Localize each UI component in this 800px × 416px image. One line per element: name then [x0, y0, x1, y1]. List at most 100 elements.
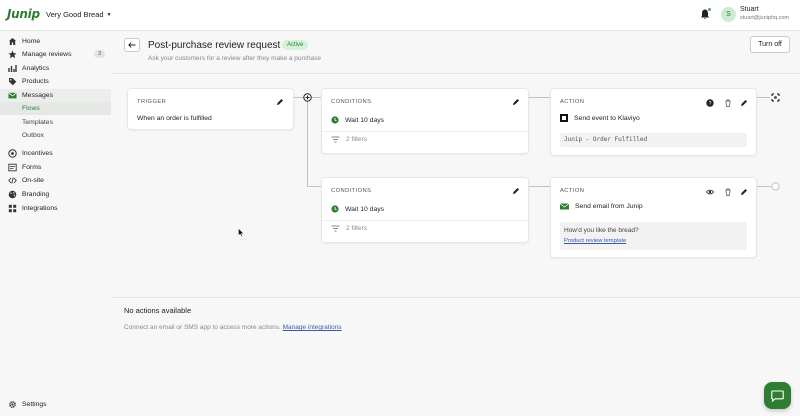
svg-text:?: ?	[709, 101, 712, 107]
code-icon	[8, 176, 17, 185]
form-icon	[8, 163, 17, 172]
grid-icon	[8, 204, 17, 213]
trigger-card[interactable]: TRIGGER When an order is fulfilled	[127, 88, 294, 130]
notification-dot	[708, 8, 711, 11]
action-card-klaviyo[interactable]: ACTION ? Send event to Klaviyo Junip - O…	[550, 88, 757, 156]
klaviyo-event-name: Junip - Order Fulfilled	[560, 133, 747, 147]
filters-text: 2 filters	[346, 225, 367, 232]
sidebar-item-label: Branding	[22, 191, 50, 198]
wait-row: Wait 10 days	[331, 205, 384, 213]
store-switcher[interactable]: Very Good Bread ▼	[46, 10, 112, 19]
sidebar-item-integrations[interactable]: Integrations	[0, 202, 111, 215]
sidebar-item-outbox[interactable]: Outbox	[0, 129, 111, 142]
sidebar-item-messages[interactable]: Messages	[0, 89, 111, 102]
sidebar-item-label: Integrations	[22, 205, 58, 212]
header-divider	[111, 73, 800, 74]
sidebar-item-forms[interactable]: Forms	[0, 161, 111, 174]
pencil-icon[interactable]	[276, 98, 284, 106]
help-icon[interactable]: ?	[706, 99, 714, 107]
sidebar-item-label: Flows	[22, 105, 40, 112]
sidebar-item-label: Incentives	[22, 150, 53, 157]
turn-off-button[interactable]: Turn off	[750, 36, 790, 53]
action-card-email[interactable]: ACTION Send email from Junip How'd you l…	[550, 177, 757, 258]
action-label: ACTION	[560, 99, 585, 105]
envelope-icon	[8, 91, 17, 100]
chevron-down-icon: ▼	[106, 12, 112, 18]
settings-label: Settings	[22, 401, 47, 408]
conditions-card[interactable]: CONDITIONS Wait 10 days 2 filters	[321, 177, 529, 243]
sidebar-item-flows[interactable]: Flows	[0, 102, 111, 115]
conditions-card[interactable]: CONDITIONS Wait 10 days 2 filters	[321, 88, 529, 154]
connector-line	[757, 186, 771, 187]
avatar[interactable]: S	[721, 7, 736, 22]
star-icon	[8, 50, 17, 59]
template-link[interactable]: Product review template	[564, 238, 743, 244]
home-icon	[8, 37, 17, 46]
trigger-label: TRIGGER	[137, 99, 167, 105]
action-title: Send event to Klaviyo	[574, 114, 640, 122]
action-title: Send email from Junip	[575, 203, 643, 210]
email-subject: How'd you like the bread?	[564, 227, 639, 234]
reviews-count-badge: 3	[93, 50, 105, 58]
top-bar: Junip Very Good Bread ▼ S Stuart stuart@j…	[0, 0, 800, 31]
sidebar-item-templates[interactable]: Templates	[0, 116, 111, 129]
trash-icon[interactable]	[724, 188, 732, 196]
pencil-icon[interactable]	[740, 188, 748, 196]
sidebar-item-label: Messages	[22, 92, 53, 99]
collapse-icon[interactable]	[771, 93, 780, 102]
conditions-label: CONDITIONS	[331, 99, 372, 105]
sidebar-item-label: Home	[22, 38, 41, 45]
sidebar-item-settings[interactable]: Settings	[8, 400, 47, 409]
palette-icon	[8, 190, 17, 199]
sidebar: Home Manage reviews 3 Analytics Products…	[0, 31, 111, 416]
end-node-icon	[771, 182, 780, 191]
sidebar-item-label: Analytics	[22, 65, 50, 72]
arrow-left-icon	[128, 42, 136, 48]
gift-icon	[8, 149, 17, 158]
sidebar-item-label: Forms	[22, 164, 42, 171]
pencil-icon[interactable]	[512, 98, 520, 106]
sidebar-item-products[interactable]: Products	[0, 75, 111, 88]
pencil-icon[interactable]	[512, 187, 520, 195]
manage-integrations-link[interactable]: Manage integrations	[283, 324, 342, 331]
trash-icon[interactable]	[724, 99, 732, 107]
page-title: Post-purchase review request	[148, 40, 281, 51]
eye-icon[interactable]	[706, 188, 714, 196]
connector-line	[757, 97, 770, 98]
mouse-cursor-icon	[238, 228, 244, 237]
add-branch-icon[interactable]	[303, 93, 312, 102]
clock-icon	[331, 116, 339, 124]
back-button[interactable]	[124, 38, 140, 52]
connect-message: Connect an email or SMS app to access mo…	[124, 324, 281, 331]
connector-line	[529, 97, 550, 98]
sidebar-item-label: On-site	[22, 177, 44, 184]
klaviyo-icon	[560, 114, 568, 122]
card-divider	[322, 131, 528, 132]
sidebar-item-analytics[interactable]: Analytics	[0, 62, 111, 75]
filters-row: 2 filters	[331, 225, 367, 232]
envelope-icon	[560, 203, 569, 210]
sidebar-item-incentives[interactable]: Incentives	[0, 147, 111, 160]
action-label: ACTION	[560, 188, 585, 194]
pencil-icon[interactable]	[740, 99, 748, 107]
action-title-row: Send email from Junip	[560, 203, 643, 210]
wait-row: Wait 10 days	[331, 116, 384, 124]
conditions-label: CONDITIONS	[331, 188, 372, 194]
status-badge: Active	[282, 40, 309, 50]
sidebar-item-on-site[interactable]: On-site	[0, 174, 111, 187]
filter-icon	[331, 136, 340, 143]
chat-bubble-icon	[771, 389, 784, 402]
filters-text: 2 filters	[346, 136, 367, 143]
wait-text: Wait 10 days	[345, 116, 385, 124]
sidebar-item-branding[interactable]: Branding	[0, 188, 111, 201]
email-preview: How'd you like the bread? Product review…	[560, 222, 747, 250]
user-name: Stuart	[740, 6, 759, 13]
gear-icon	[8, 400, 17, 409]
sidebar-item-manage-reviews[interactable]: Manage reviews 3	[0, 48, 111, 61]
no-actions-heading: No actions available	[124, 306, 192, 315]
section-divider	[111, 297, 800, 298]
chat-button[interactable]	[764, 382, 791, 409]
sidebar-item-home[interactable]: Home	[0, 35, 111, 48]
junip-logo[interactable]: Junip	[7, 7, 40, 21]
trigger-text: When an order is fulfilled	[137, 115, 212, 122]
